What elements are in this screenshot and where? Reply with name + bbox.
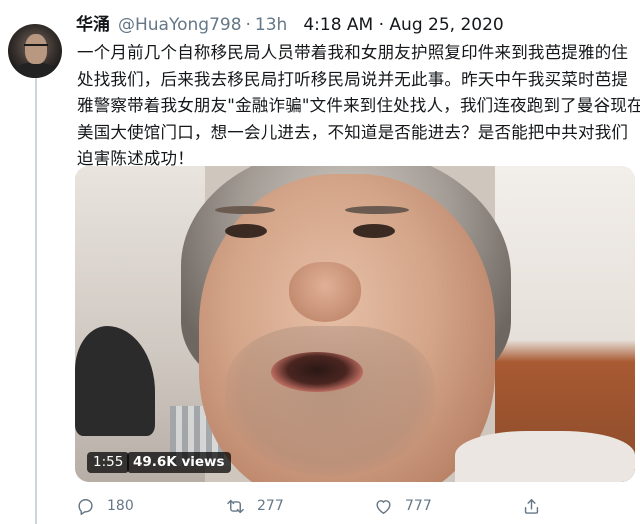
- retweet-icon: [227, 499, 244, 513]
- avatar-shoulders: [12, 62, 58, 78]
- video-subject-brow: [215, 206, 275, 214]
- relative-time[interactable]: 13h: [255, 15, 287, 35]
- tweet-text-line: 美国大使馆门口，想一会儿进去，不知道是否能进去？是否能把中共对我们: [77, 122, 629, 142]
- tweet: 华涌 @HuaYong798 · 13h 4:18 AM · Aug 25, 2…: [0, 0, 640, 524]
- user-handle[interactable]: @HuaYong798: [118, 15, 242, 35]
- like-count: 777: [405, 498, 432, 514]
- tweet-text-line: 处找我们，后来我去移民局打听移民局说并无此事。昨天中午我买菜时芭提: [77, 69, 629, 89]
- reply-icon: [78, 498, 93, 515]
- separator-dot: ·: [245, 15, 251, 35]
- display-name[interactable]: 华涌: [76, 10, 110, 35]
- tweet-text: 一个月前几个自称移民局人员带着我和女朋友护照复印件来到我芭提雅的住 处找我们，后…: [77, 40, 640, 173]
- share-button[interactable]: [522, 494, 541, 518]
- retweet-button[interactable]: 277: [226, 494, 284, 518]
- video-subject-mouth: [271, 352, 363, 392]
- video-player[interactable]: 1:55 49.6K views: [75, 166, 635, 482]
- video-subject-shirt: [455, 431, 635, 482]
- share-icon: [524, 498, 539, 514]
- video-views-badge: 49.6K views: [127, 452, 231, 473]
- tweet-actions: 180 277 777: [76, 494, 596, 518]
- tweet-text-line: 雅警察带着我女朋友"金融诈骗"文件来到住处找人，我们连夜跑到了曼谷现在: [77, 96, 640, 115]
- avatar-glasses: [24, 44, 48, 52]
- video-subject-stubble: [225, 326, 435, 476]
- tweet-timestamp: 4:18 AM · Aug 25, 2020: [303, 15, 504, 35]
- tweet-text-line: 一个月前几个自称移民局人员带着我和女朋友护照复印件来到我芭提雅的住: [77, 43, 629, 62]
- tweet-header: 华涌 @HuaYong798 · 13h 4:18 AM · Aug 25, 2…: [76, 10, 504, 35]
- reply-button[interactable]: 180: [76, 494, 134, 518]
- avatar[interactable]: [8, 24, 62, 78]
- video-duration-badge: 1:55: [87, 452, 130, 473]
- like-button[interactable]: 777: [374, 494, 432, 518]
- video-subject-nose: [289, 262, 361, 322]
- video-subject-eye: [353, 224, 395, 238]
- video-subject-brow: [345, 206, 409, 214]
- retweet-count: 277: [257, 498, 284, 514]
- thread-line: [35, 78, 37, 524]
- heart-icon: [376, 499, 391, 514]
- video-subject-eye: [225, 224, 267, 238]
- reply-count: 180: [107, 498, 134, 514]
